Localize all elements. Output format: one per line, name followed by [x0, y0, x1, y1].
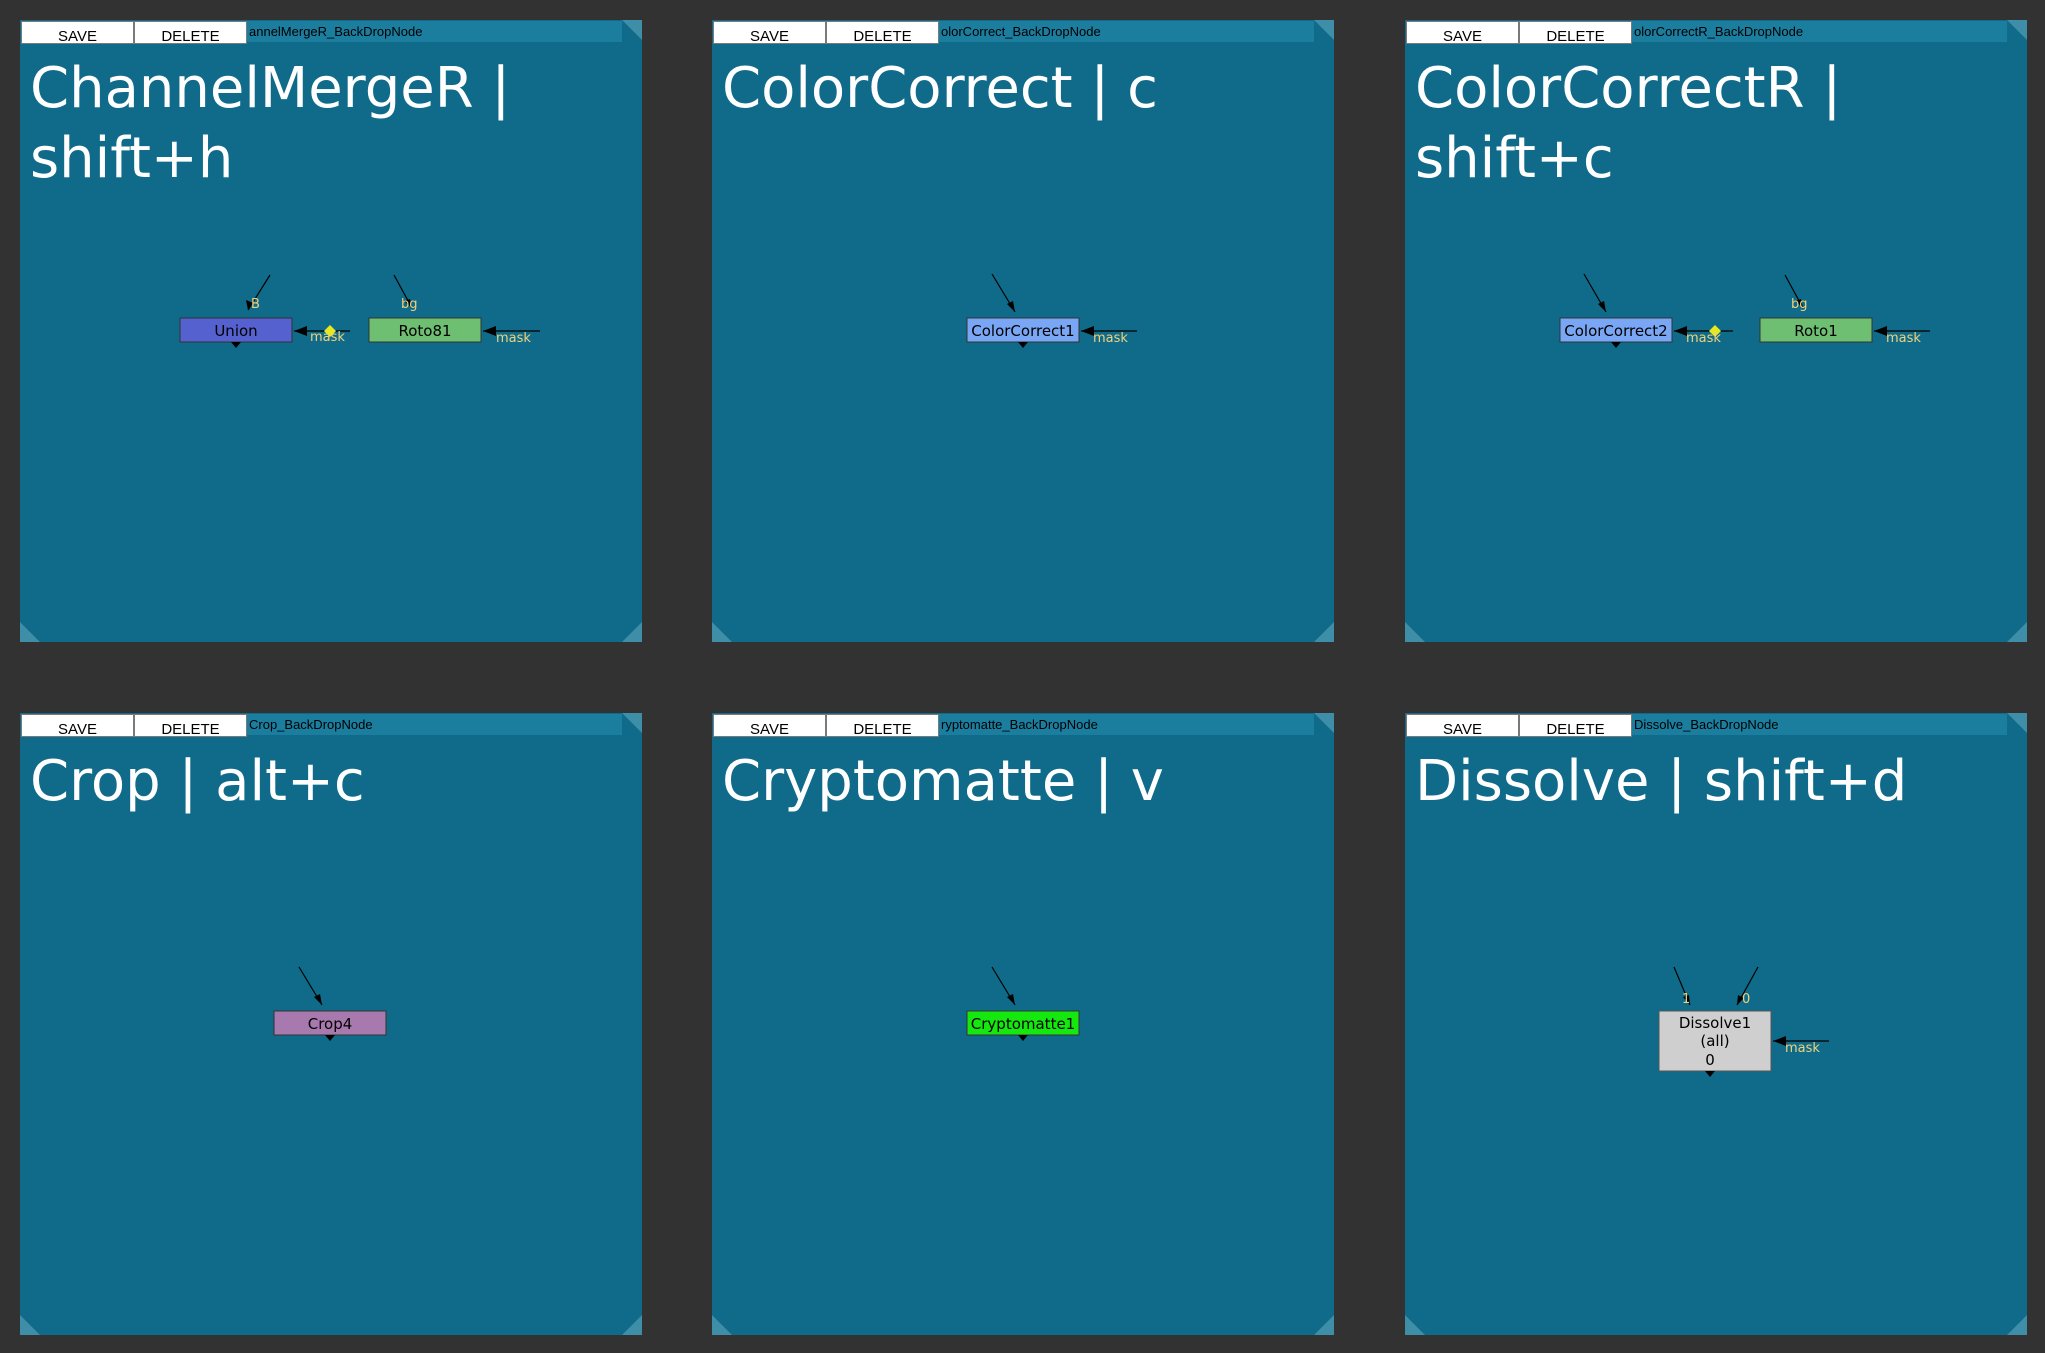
input-label-bg: bg — [401, 297, 418, 312]
node-graph: ColorCorrect2 mask bg Roto1 mask — [1559, 273, 1930, 348]
node-label-roto1: Roto1 — [1794, 322, 1838, 340]
input-label-0: 0 — [1742, 992, 1750, 1007]
node-sublabel-dissolve1: (all) — [1700, 1032, 1729, 1050]
input-label-mask: mask — [1093, 331, 1128, 346]
backdrop-crop[interactable]: SAVE DELETE Crop_BackDropNode Crop | alt… — [20, 713, 642, 1335]
output-arrow-icon — [325, 1035, 335, 1041]
node-label-dissolve1: Dissolve1 — [1679, 1014, 1751, 1032]
node-label-union: Union — [214, 322, 257, 340]
backdrop-colorcorrect[interactable]: SAVE DELETE olorCorrect_BackDropNode Col… — [712, 20, 1334, 642]
input-label-mask: mask — [496, 331, 531, 346]
node-label-colorcorrect2: ColorCorrect2 — [1564, 322, 1667, 340]
input-label-b: B — [251, 297, 260, 312]
output-arrow-icon — [1705, 1071, 1715, 1077]
output-arrow-icon — [231, 342, 241, 348]
input-label-mask: mask — [1686, 331, 1721, 346]
node-graph: B Union mask bg Roto81 mask — [179, 274, 540, 348]
node-label-cryptomatte1: Cryptomatte1 — [971, 1015, 1075, 1033]
arrow-icon — [1007, 301, 1015, 312]
backdrop-colorcorrectr[interactable]: SAVE DELETE olorCorrectR_BackDropNode Co… — [1405, 20, 2027, 642]
arrow-icon — [483, 326, 496, 336]
backdrop-dissolve[interactable]: SAVE DELETE Dissolve_BackDropNode Dissol… — [1405, 713, 2027, 1335]
output-arrow-icon — [1018, 342, 1028, 348]
node-label-colorcorrect1: ColorCorrect1 — [971, 322, 1074, 340]
node-label-roto81: Roto81 — [398, 322, 451, 340]
output-arrow-icon — [1611, 342, 1621, 348]
input-label-1: 1 — [1682, 992, 1690, 1007]
node-graph: Crop4 — [273, 966, 387, 1041]
input-label-mask: mask — [1785, 1041, 1820, 1056]
arrow-icon — [314, 994, 322, 1005]
node-graph: 1 0 Dissolve1 (all) 0 mask — [1658, 966, 1829, 1077]
arrow-icon — [1598, 301, 1606, 312]
backdrop-cryptomatte[interactable]: SAVE DELETE ryptomatte_BackDropNode Cryp… — [712, 713, 1334, 1335]
node-graph: ColorCorrect1 mask — [966, 273, 1137, 348]
arrow-icon — [1007, 994, 1015, 1005]
input-label-mask: mask — [1886, 331, 1921, 346]
node-value-dissolve1: 0 — [1705, 1051, 1715, 1069]
input-label-bg: bg — [1791, 297, 1808, 312]
node-label-crop4: Crop4 — [308, 1015, 353, 1033]
output-arrow-icon — [1018, 1035, 1028, 1041]
node-graph: Cryptomatte1 — [966, 966, 1080, 1041]
arrow-icon — [294, 326, 307, 336]
input-label-mask: mask — [310, 330, 345, 345]
backdrop-channelmerger[interactable]: SAVE DELETE annelMergeR_BackDropNode Cha… — [20, 20, 642, 642]
